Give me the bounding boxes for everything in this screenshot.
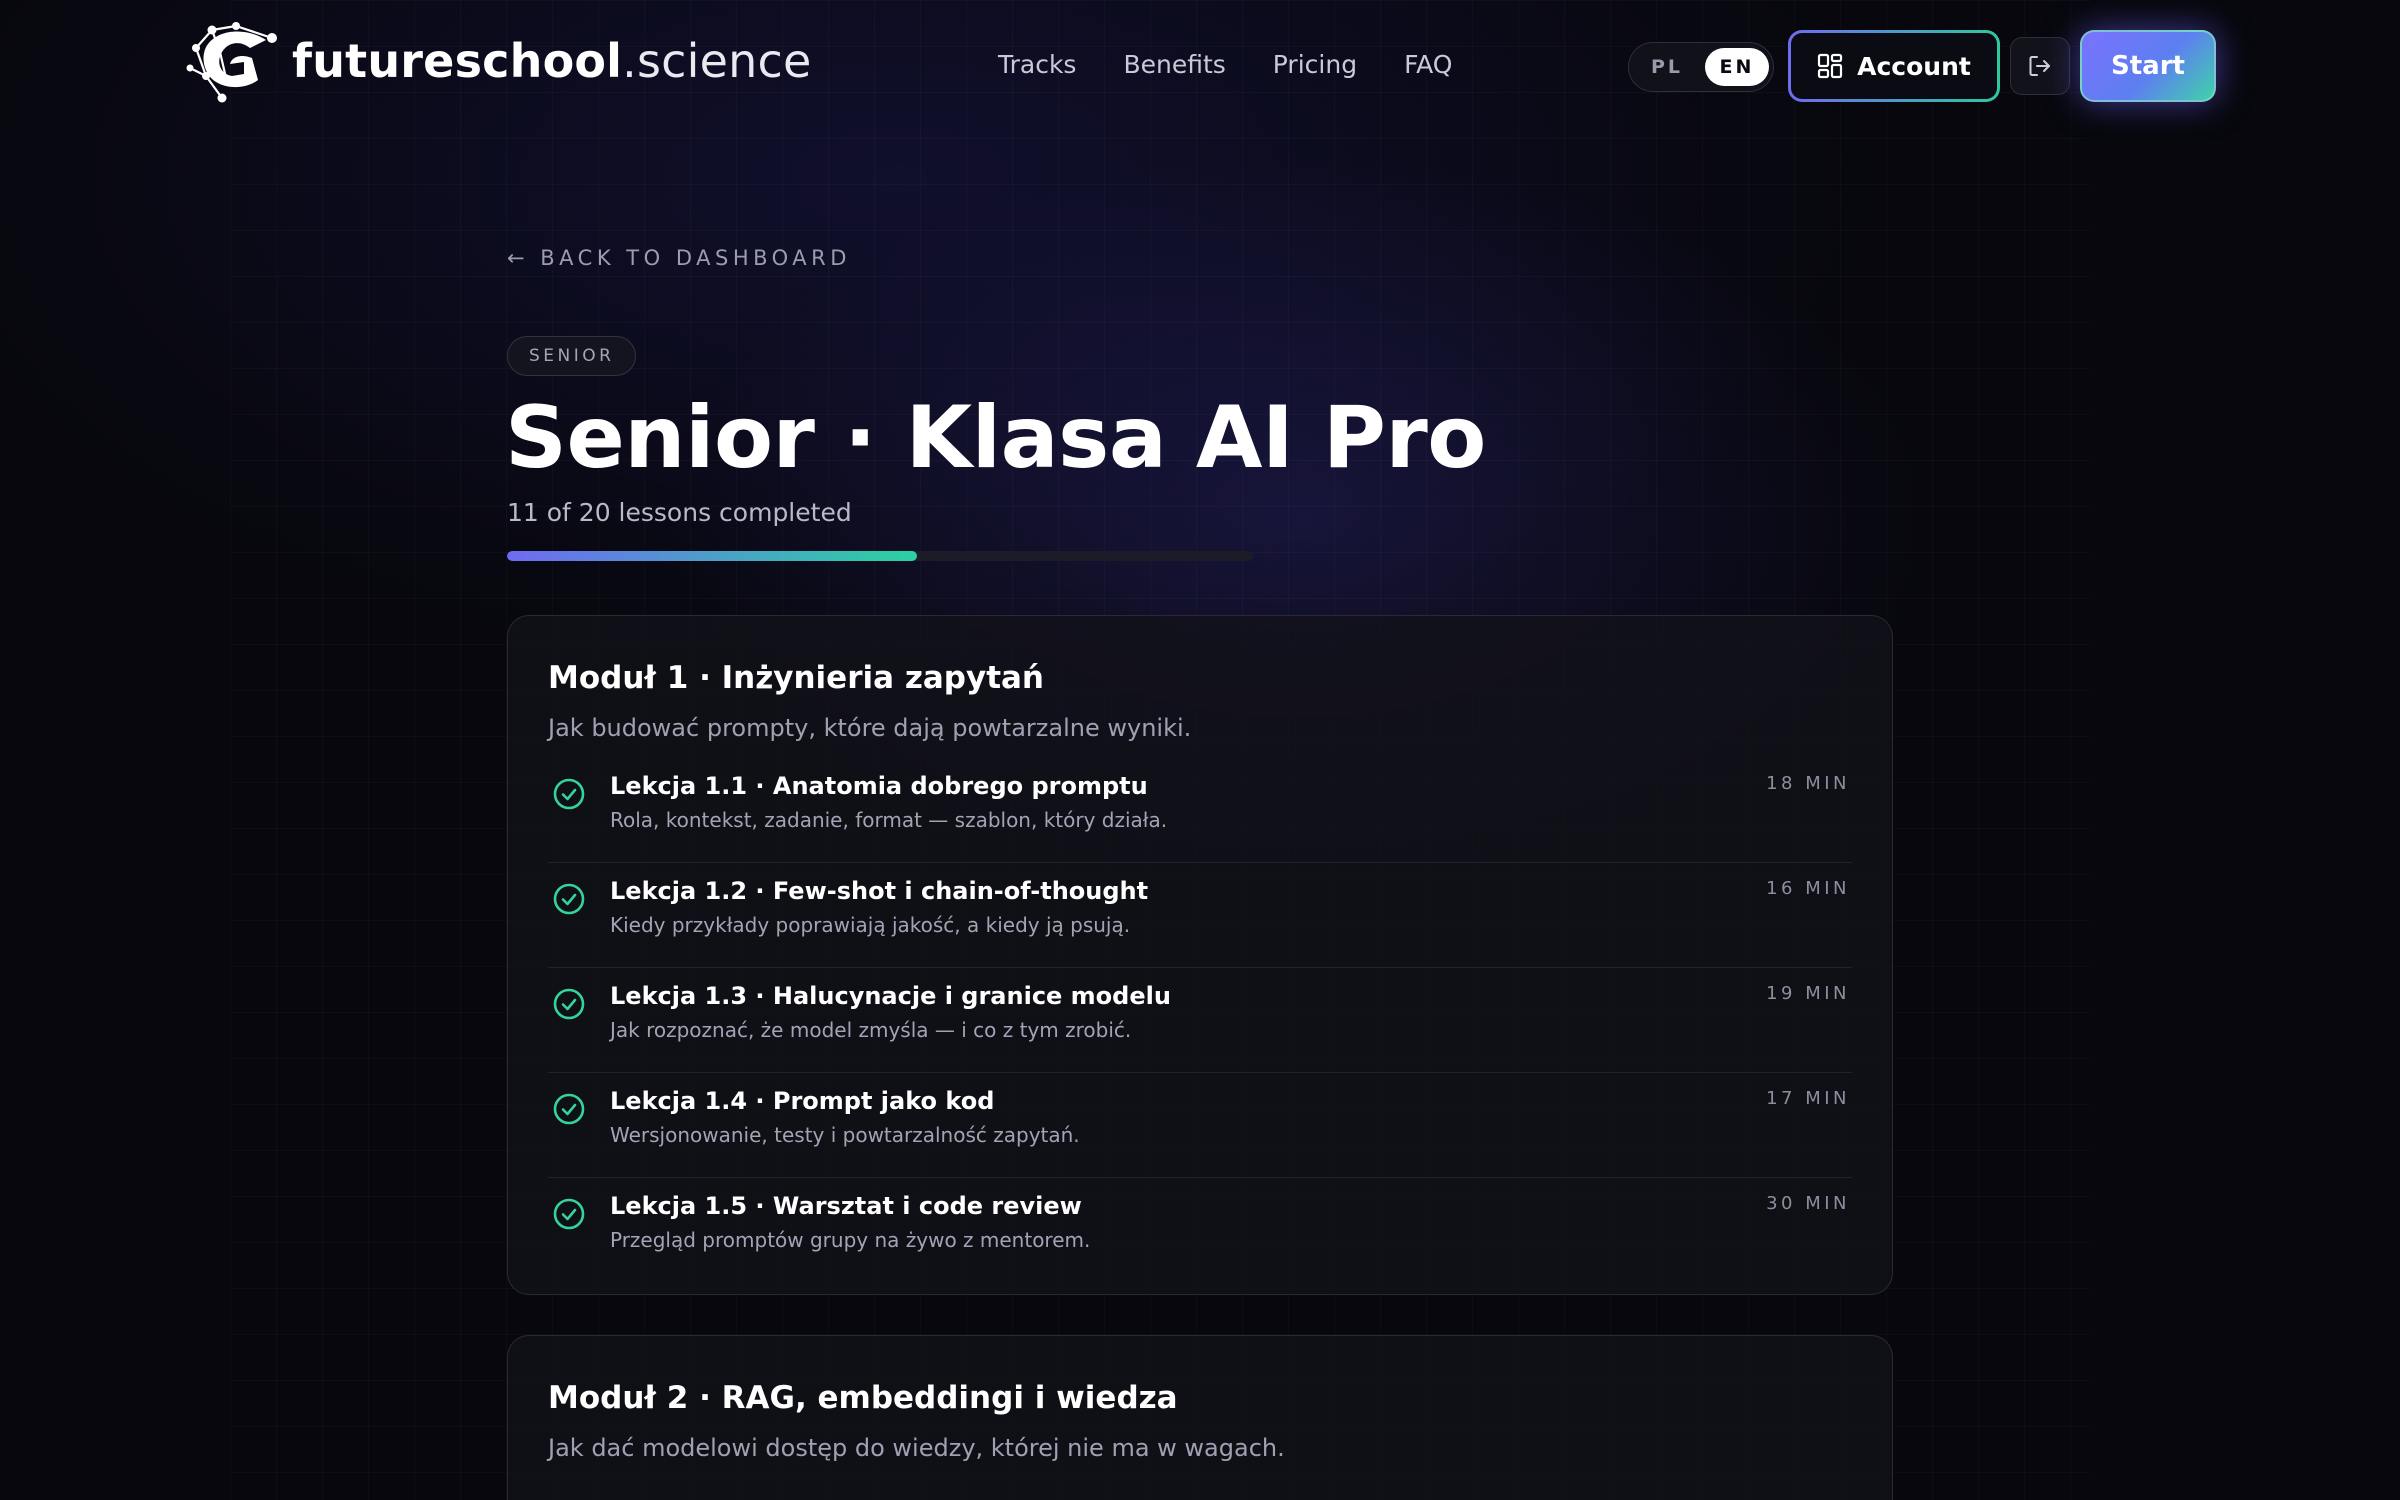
nav-faq[interactable]: FAQ <box>1404 44 1452 86</box>
lesson-item[interactable]: Lekcja 1.3 · Halucynacje i granice model… <box>548 968 1852 1073</box>
brand-logo[interactable]: futureschool.science <box>186 18 811 104</box>
lesson-duration: 17 MIN <box>1766 1088 1850 1109</box>
brand-name: futureschool.science <box>292 31 811 91</box>
lesson-description: Rola, kontekst, zadanie, format — szablo… <box>610 808 1168 832</box>
course-level-badge: SENIOR <box>507 336 637 376</box>
main-nav: Tracks Benefits Pricing FAQ <box>998 44 1453 86</box>
check-circle-icon <box>553 988 585 1020</box>
brand-name-light: .science <box>622 34 812 88</box>
lesson-description: Wersjonowanie, testy i powtarzalność zap… <box>610 1123 1080 1147</box>
module-card-2: Moduł 2 · RAG, embeddingi i wiedza Jak d… <box>507 1335 1893 1500</box>
back-to-dashboard-link[interactable]: ← BACK TO DASHBOARD <box>507 246 851 270</box>
brand-name-bold: futureschool <box>292 34 623 88</box>
account-button[interactable]: Account <box>1788 30 2000 102</box>
lesson-title: Lekcja 1.3 · Halucynacje i granice model… <box>610 982 1171 1010</box>
site-header: futureschool.science Tracks Benefits Pri… <box>0 0 2400 130</box>
progress-text: 11 of 20 lessons completed <box>507 498 852 527</box>
lesson-description: Przegląd promptów grupy na żywo z mentor… <box>610 1228 1091 1252</box>
module-description: Jak budować prompty, które dają powtarza… <box>548 714 1192 742</box>
check-circle-icon <box>553 883 585 915</box>
account-button-inner: Account <box>1791 33 1997 99</box>
lesson-item[interactable]: Lekcja 1.2 · Few-shot i chain-of-thought… <box>548 863 1852 968</box>
lesson-title: Lekcja 1.5 · Warsztat i code review <box>610 1192 1082 1220</box>
module-description: Jak dać modelowi dostęp do wiedzy, które… <box>548 1434 1285 1462</box>
lang-option-pl[interactable]: PL <box>1651 43 1683 91</box>
start-button[interactable]: Start <box>2080 30 2216 102</box>
check-circle-icon <box>553 1198 585 1230</box>
lesson-list: Lekcja 1.1 · Anatomia dobrego promptu Ro… <box>548 758 1852 1283</box>
lesson-duration: 16 MIN <box>1766 878 1850 899</box>
lesson-description: Kiedy przykłady poprawiają jakość, a kie… <box>610 913 1131 937</box>
nav-tracks[interactable]: Tracks <box>998 44 1076 86</box>
nav-pricing[interactable]: Pricing <box>1273 44 1357 86</box>
module-card-1: Moduł 1 · Inżynieria zapytań Jak budować… <box>507 615 1893 1295</box>
nav-benefits[interactable]: Benefits <box>1123 44 1225 86</box>
check-circle-icon <box>553 778 585 810</box>
logout-button[interactable] <box>2010 37 2070 95</box>
lesson-item[interactable]: Lekcja 1.1 · Anatomia dobrego promptu Ro… <box>548 758 1852 863</box>
module-title: Moduł 1 · Inżynieria zapytań <box>548 660 1044 696</box>
progress-bar-fill <box>507 551 918 561</box>
lesson-item[interactable]: Lekcja 1.4 · Prompt jako kod Wersjonowan… <box>548 1073 1852 1178</box>
module-title: Moduł 2 · RAG, embeddingi i wiedza <box>548 1380 1178 1416</box>
lesson-description: Jak rozpoznać, że model zmyśla — i co z … <box>610 1018 1132 1042</box>
lesson-title: Lekcja 1.2 · Few-shot i chain-of-thought <box>610 877 1149 905</box>
lang-option-en[interactable]: EN <box>1705 48 1769 86</box>
lesson-title: Lekcja 1.4 · Prompt jako kod <box>610 1087 995 1115</box>
lesson-duration: 30 MIN <box>1766 1193 1850 1214</box>
dashboard-grid-icon <box>1818 53 1843 79</box>
logout-icon <box>2029 56 2050 76</box>
network-logo-icon <box>186 22 277 103</box>
page-title: Senior · Klasa AI Pro <box>505 388 1486 488</box>
check-circle-icon <box>553 1093 585 1125</box>
lesson-item[interactable]: Lekcja 1.5 · Warsztat i code review Prze… <box>548 1178 1852 1283</box>
progress-bar <box>507 551 1253 561</box>
lesson-title: Lekcja 1.1 · Anatomia dobrego promptu <box>610 772 1148 800</box>
account-label: Account <box>1857 51 1971 81</box>
lesson-duration: 19 MIN <box>1766 983 1850 1004</box>
lesson-duration: 18 MIN <box>1766 773 1850 794</box>
language-switcher: PL EN <box>1628 42 1774 92</box>
